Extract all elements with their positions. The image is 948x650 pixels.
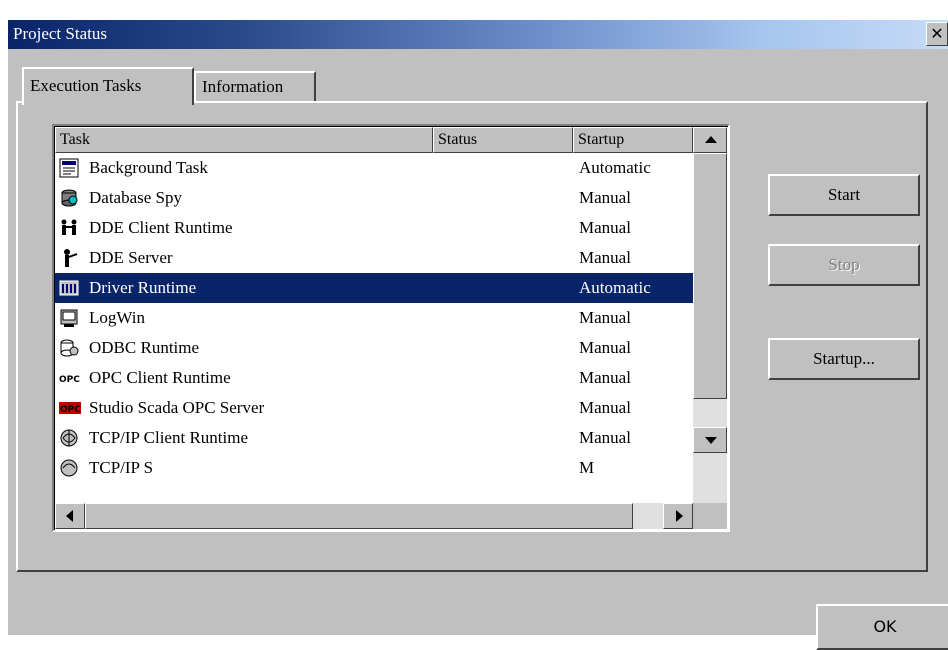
task-row[interactable]: Background Task Automatic: [55, 153, 693, 183]
task-startup: M: [579, 458, 595, 477]
task-name: TCP/IP S: [89, 458, 154, 477]
window-title: Project Status: [13, 24, 107, 43]
arrow-down-icon: [705, 437, 717, 444]
task-startup: Manual: [579, 218, 631, 237]
close-button[interactable]: ✕: [926, 22, 948, 46]
task-row[interactable]: DDE Server Manual: [55, 243, 693, 273]
task-row[interactable]: TCP/IP Client Runtime Manual: [55, 423, 693, 453]
tcpip-server-icon: [59, 458, 79, 478]
task-name: TCP/IP Client Runtime: [89, 428, 248, 447]
task-row[interactable]: OPC OPC Client Runtime Manual: [55, 363, 693, 393]
task-row[interactable]: ODBC Runtime Manual: [55, 333, 693, 363]
stop-button[interactable]: Stop: [768, 244, 920, 286]
tab-execution-tasks-label: Execution Tasks: [30, 76, 142, 95]
task-row[interactable]: Database Spy Manual: [55, 183, 693, 213]
odbc-runtime-icon: [59, 338, 79, 358]
start-button-label: Start: [827, 185, 861, 204]
ok-button[interactable]: OK: [816, 604, 948, 650]
dde-server-icon: [59, 248, 79, 268]
arrow-up-icon: [705, 136, 717, 143]
task-row[interactable]: TCP/IP S M: [55, 453, 693, 483]
vertical-scrollbar[interactable]: [693, 127, 727, 503]
column-header-status[interactable]: Status: [433, 127, 573, 153]
scroll-left-button[interactable]: [55, 503, 85, 529]
arrow-right-icon: [676, 510, 683, 522]
task-startup: Manual: [579, 398, 631, 417]
task-name: Database Spy: [89, 188, 183, 207]
scroll-up-button[interactable]: [693, 127, 727, 153]
logwin-icon: [59, 308, 79, 328]
tab-information-label: Information: [202, 77, 284, 96]
scroll-right-button[interactable]: [663, 503, 693, 529]
arrow-left-icon: [66, 510, 73, 522]
opc-client-icon: OPC: [59, 368, 80, 388]
tab-information[interactable]: Information: [194, 71, 316, 101]
startup-button-label: Startup...: [813, 349, 875, 368]
stop-button-label: Stop: [828, 255, 860, 274]
task-name: ODBC Runtime: [89, 338, 200, 357]
svg-text:OPC: OPC: [59, 375, 80, 385]
task-name: Driver Runtime: [89, 278, 197, 297]
dde-client-icon: [59, 218, 79, 238]
project-status-window: Project Status ✕ Execution Tasks Informa…: [8, 20, 948, 650]
driver-runtime-icon: [59, 278, 79, 298]
task-name: LogWin: [89, 308, 145, 327]
task-startup: Manual: [579, 428, 631, 447]
task-startup: Manual: [579, 338, 631, 357]
task-row[interactable]: OPC Studio Scada OPC Server Manual: [55, 393, 693, 423]
ok-button-label: OK: [873, 617, 897, 636]
task-startup: Automatic: [579, 278, 651, 297]
task-name: OPC Client Runtime: [89, 368, 231, 387]
task-name: Background Task: [89, 158, 208, 177]
task-row[interactable]: LogWin Manual: [55, 303, 693, 333]
task-startup: Manual: [579, 308, 631, 327]
task-row[interactable]: DDE Client Runtime Manual: [55, 213, 693, 243]
startup-button[interactable]: Startup...: [768, 338, 920, 380]
scroll-down-button[interactable]: [693, 427, 727, 453]
task-row[interactable]: Driver Runtime Automatic: [55, 273, 693, 303]
task-list[interactable]: Task Status Startup Background Task Autom…: [52, 124, 730, 532]
task-name: Studio Scada OPC Server: [89, 398, 265, 417]
close-icon: ✕: [930, 24, 944, 43]
task-startup: Manual: [579, 248, 631, 267]
opc-server-icon: OPC: [59, 398, 81, 418]
task-list-body: Task Status Startup Background Task Autom…: [54, 126, 728, 530]
svg-text:OPC: OPC: [60, 405, 81, 415]
title-bar[interactable]: Project Status ✕: [8, 20, 948, 49]
task-name: DDE Server: [89, 248, 173, 267]
vertical-scroll-thumb[interactable]: [693, 153, 727, 399]
task-startup: Manual: [579, 368, 631, 387]
column-header-startup[interactable]: Startup: [573, 127, 693, 153]
column-header-task[interactable]: Task: [55, 127, 433, 153]
start-button[interactable]: Start: [768, 174, 920, 216]
database-spy-icon: [59, 188, 79, 208]
horizontal-scroll-thumb[interactable]: [85, 503, 633, 529]
background-task-icon: [59, 158, 79, 178]
tcpip-client-icon: [59, 428, 79, 448]
task-name: DDE Client Runtime: [89, 218, 233, 237]
horizontal-scrollbar[interactable]: [55, 503, 693, 529]
tab-execution-tasks[interactable]: Execution Tasks: [22, 67, 194, 105]
task-startup: Automatic: [579, 158, 651, 177]
scroll-corner: [693, 503, 727, 529]
task-startup: Manual: [579, 188, 631, 207]
